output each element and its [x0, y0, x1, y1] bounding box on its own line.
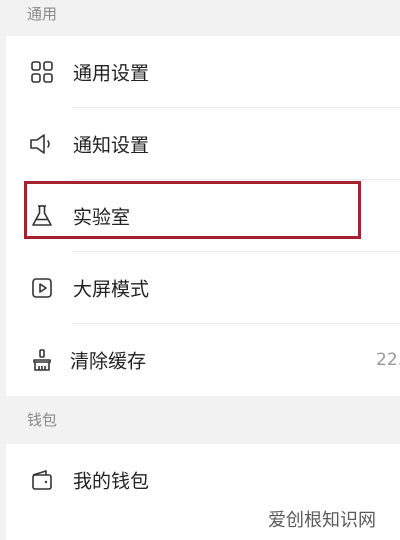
section-header-general-label: 通用: [27, 5, 58, 23]
watermark: 爱创根知识网: [266, 506, 378, 532]
broom-icon: [28, 346, 56, 374]
settings-item-big-screen-mode[interactable]: 大屏模式: [6, 252, 400, 324]
section-header-wallet: 钱包: [0, 402, 400, 438]
wallet-icon: [28, 466, 56, 494]
section-header-wallet-label: 钱包: [27, 411, 58, 429]
grid-icon: [28, 58, 56, 86]
settings-item-clear-cache[interactable]: 清除缓存 22.6: [6, 324, 400, 396]
settings-group-general: 通用设置 通知设置 实验室 大屏模式 清除缓存 22: [6, 36, 400, 396]
flask-icon: [28, 202, 56, 230]
settings-item-lab[interactable]: 实验室: [6, 180, 400, 252]
settings-item-label: 我的钱包: [73, 470, 150, 493]
settings-item-notification-settings[interactable]: 通知设置: [6, 108, 400, 180]
cache-size-value: 22.6: [376, 350, 400, 370]
settings-item-label: 通用设置: [73, 62, 150, 85]
settings-item-label: 大屏模式: [73, 278, 150, 301]
settings-item-general-settings[interactable]: 通用设置: [6, 36, 400, 108]
settings-item-label: 通知设置: [73, 134, 150, 157]
speaker-icon: [28, 130, 56, 158]
settings-item-label: 实验室: [73, 206, 131, 229]
section-header-general: 通用: [0, 0, 400, 32]
play-icon: [28, 274, 56, 302]
settings-item-label: 清除缓存: [70, 350, 147, 373]
